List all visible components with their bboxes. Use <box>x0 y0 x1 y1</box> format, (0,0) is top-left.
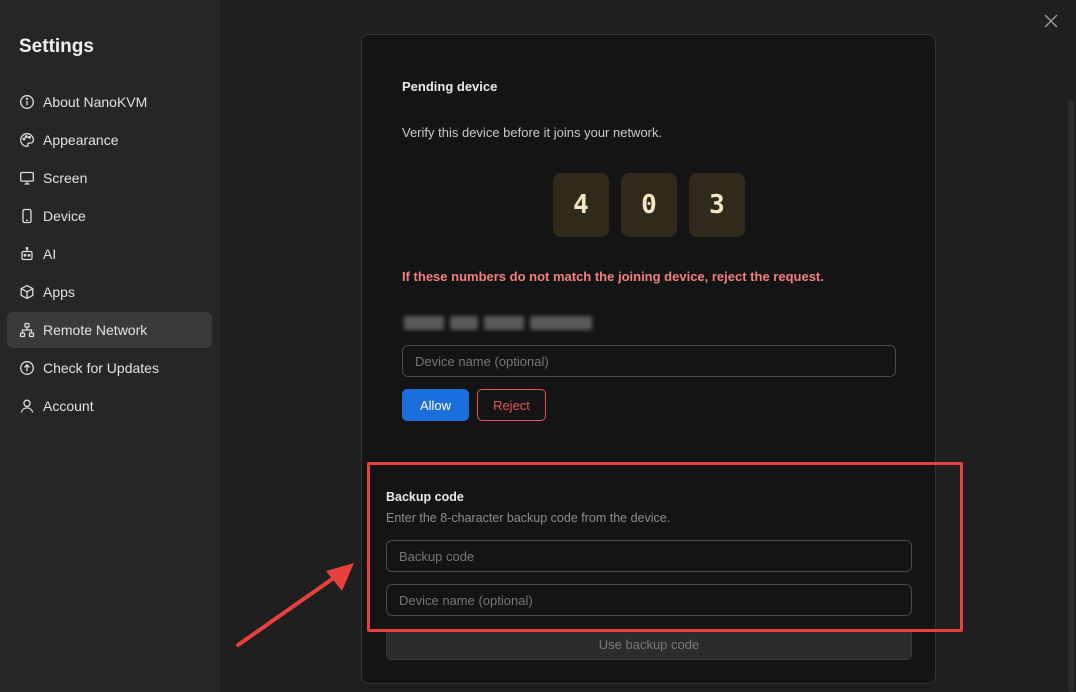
sidebar-item-appearance[interactable]: Appearance <box>7 122 212 158</box>
close-icon[interactable] <box>1042 12 1060 30</box>
sidebar-item-remote-network[interactable]: Remote Network <box>7 312 212 348</box>
sidebar-item-label: Screen <box>43 170 88 186</box>
robot-icon <box>19 246 35 262</box>
pending-device-name-input[interactable] <box>402 345 896 377</box>
palette-icon <box>19 132 35 148</box>
network-icon <box>19 322 35 338</box>
verification-digit: 4 <box>553 173 609 237</box>
pending-device-description: Verify this device before it joins your … <box>402 125 663 140</box>
sidebar-item-label: Check for Updates <box>43 360 159 376</box>
sidebar-item-label: Appearance <box>43 132 119 148</box>
annotation-arrow <box>236 563 354 647</box>
sidebar-item-device[interactable]: Device <box>7 198 212 234</box>
scrollbar[interactable] <box>1068 100 1074 692</box>
pending-device-title: Pending device <box>402 79 498 94</box>
mismatch-warning: If these numbers do not match the joinin… <box>402 269 824 284</box>
sidebar-item-apps[interactable]: Apps <box>7 274 212 310</box>
allow-button[interactable]: Allow <box>402 389 469 421</box>
verification-digit: 3 <box>689 173 745 237</box>
box-icon <box>19 284 35 300</box>
sidebar-item-label: Remote Network <box>43 322 148 338</box>
sidebar-item-label: About NanoKVM <box>43 94 148 110</box>
sidebar-item-account[interactable]: Account <box>7 388 212 424</box>
sidebar-item-screen[interactable]: Screen <box>7 160 212 196</box>
verification-digit: 0 <box>621 173 677 237</box>
phone-icon <box>19 208 35 224</box>
redacted-device-id <box>404 316 592 330</box>
use-backup-code-button[interactable]: Use backup code <box>386 629 912 660</box>
upload-circle-icon <box>19 360 35 376</box>
sidebar-item-label: Apps <box>43 284 75 300</box>
settings-nav: About NanoKVM Appearance Screen Device A… <box>7 84 212 426</box>
sidebar-item-ai[interactable]: AI <box>7 236 212 272</box>
user-icon <box>19 398 35 414</box>
sidebar-item-label: Account <box>43 398 94 414</box>
sidebar-item-check-updates[interactable]: Check for Updates <box>7 350 212 386</box>
sidebar-title: Settings <box>19 36 94 57</box>
verification-code: 4 0 3 <box>553 173 745 237</box>
settings-sidebar: Settings About NanoKVM Appearance Screen… <box>0 0 220 692</box>
info-icon <box>19 94 35 110</box>
sidebar-item-about[interactable]: About NanoKVM <box>7 84 212 120</box>
annotation-highlight-box <box>367 462 963 632</box>
monitor-icon <box>19 170 35 186</box>
reject-button[interactable]: Reject <box>477 389 546 421</box>
sidebar-item-label: AI <box>43 246 57 262</box>
sidebar-item-label: Device <box>43 208 86 224</box>
